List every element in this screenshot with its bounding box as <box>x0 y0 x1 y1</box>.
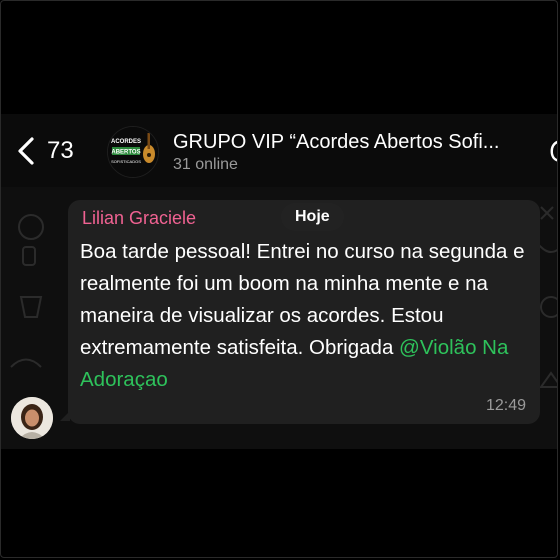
logo-line-2: ABERTOS <box>111 150 140 156</box>
group-avatar[interactable]: ACORDES ABERTOS SOFISTICADOS <box>107 126 159 178</box>
logo-line-3: SOFISTICADOS <box>111 159 141 164</box>
message-bubble[interactable]: Lilian Graciele Boa tarde pessoal! Entre… <box>68 200 540 424</box>
message-time: 12:49 <box>485 397 526 414</box>
chat-header: 73 ACORDES ABERTOS SOFISTICADOS GRUPO VI… <box>1 114 558 187</box>
online-status: 31 online <box>173 156 238 173</box>
group-title[interactable]: GRUPO VIP “Acordes Abertos Sofi... <box>173 131 533 154</box>
app-frame: 73 ACORDES ABERTOS SOFISTICADOS GRUPO VI… <box>0 0 558 558</box>
unread-count: 73 <box>47 137 74 164</box>
sender-avatar[interactable] <box>11 397 53 439</box>
logo-line-1: ACORDES <box>111 139 141 145</box>
message-text: Boa tarde pessoal! Entrei no curso na se… <box>80 236 532 396</box>
sender-name[interactable]: Lilian Graciele <box>82 208 196 229</box>
date-chip: Hoje <box>281 203 344 231</box>
back-button[interactable]: 73 <box>15 136 74 166</box>
call-icon[interactable] <box>549 138 558 164</box>
chat-area: Lilian Graciele Boa tarde pessoal! Entre… <box>1 187 557 449</box>
back-chevron-icon <box>18 137 34 165</box>
group-logo-icon: ACORDES ABERTOS SOFISTICADOS <box>108 127 158 177</box>
avatar-photo-icon <box>11 397 53 439</box>
